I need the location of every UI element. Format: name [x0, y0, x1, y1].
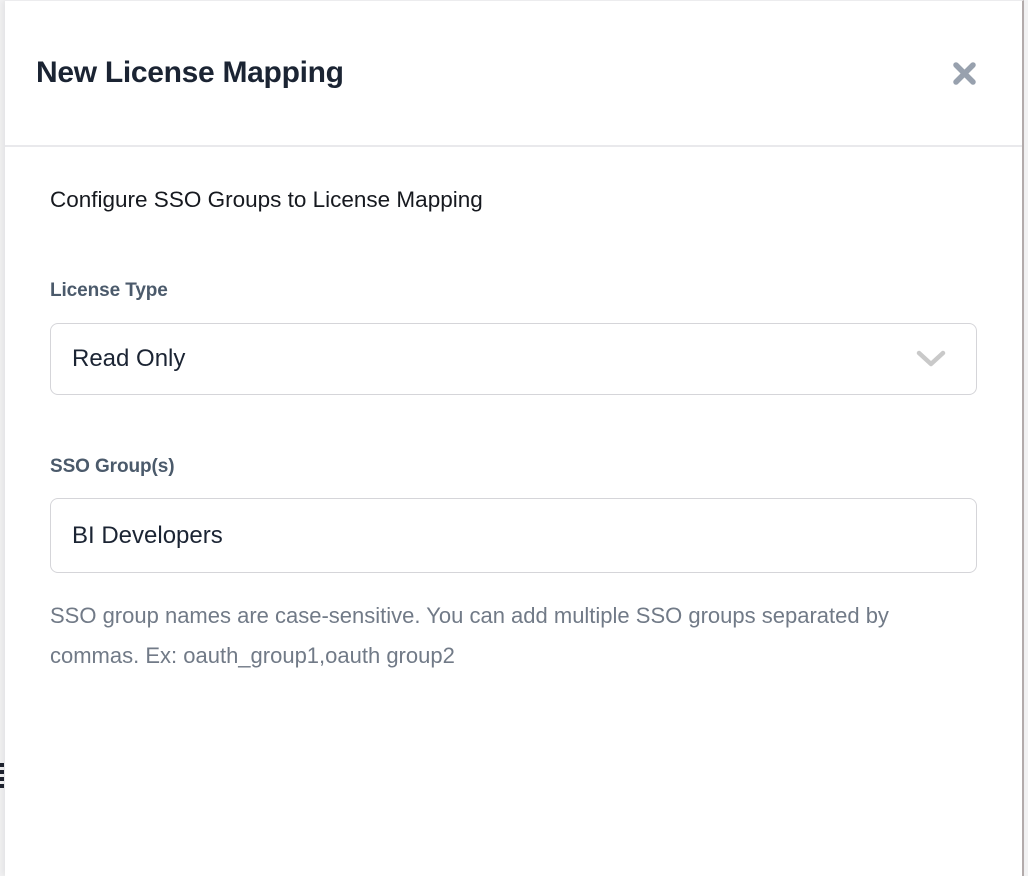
- dialog-header: New License Mapping: [5, 1, 1022, 147]
- x-icon: [951, 75, 978, 90]
- list-icon-bar: [0, 777, 4, 781]
- dialog-title: New License Mapping: [36, 56, 344, 90]
- list-icon-bar: [0, 763, 4, 767]
- sso-groups-help-text: SSO group names are case-sensitive. You …: [50, 596, 930, 676]
- chevron-down-icon: [916, 350, 946, 368]
- list-icon-bar: [0, 784, 4, 788]
- list-icon-fragment: [0, 763, 4, 791]
- list-icon-bar: [0, 770, 4, 774]
- license-type-selected-value: Read Only: [72, 345, 185, 373]
- new-license-mapping-dialog: New License Mapping Configure SSO Groups…: [5, 0, 1024, 876]
- license-type-select[interactable]: Read Only: [50, 323, 977, 395]
- dialog-subheading: Configure SSO Groups to License Mapping: [50, 187, 976, 213]
- dialog-body: Configure SSO Groups to License Mapping …: [5, 147, 1022, 676]
- license-type-label: License Type: [50, 280, 976, 302]
- sso-groups-label: SSO Group(s): [50, 456, 976, 478]
- sso-groups-input[interactable]: [50, 498, 977, 573]
- close-button[interactable]: [947, 56, 982, 91]
